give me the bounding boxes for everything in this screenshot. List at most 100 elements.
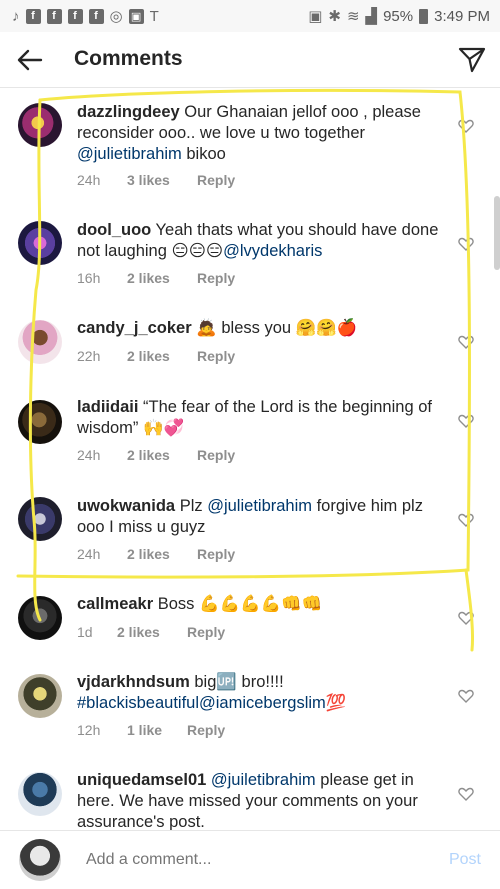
comment-mention[interactable]: @julietibrahim [77,145,182,163]
comment-likes[interactable]: 2 likes [127,270,197,286]
comment-mention[interactable]: @lvydekharis [223,242,322,260]
comment-mention[interactable]: @juiletibrahim [211,771,316,789]
comment-text: dool_uoo Yeah thats what you should have… [77,220,452,262]
comment-time: 16h [77,270,101,286]
reply-button[interactable]: Reply [197,270,235,286]
comment-time: 22h [77,348,101,364]
nfc-icon: ▣ [308,7,323,25]
heart-icon[interactable] [458,236,474,252]
facebook-icon: f [25,8,41,24]
avatar[interactable] [18,400,62,444]
comment-likes[interactable]: 2 likes [127,546,197,562]
heart-icon[interactable] [458,610,474,626]
gallery-icon: ▣ [128,8,144,24]
share-button[interactable] [456,44,488,76]
page-title: Comments [74,47,183,70]
comment-text: dazzlingdeey Our Ghanaian jellof ooo , p… [77,102,452,165]
comment-meta: 24h 3 likes Reply [77,172,235,188]
comment-username[interactable]: uniquedamsel01 [77,771,206,789]
comment-text: ladiidaii “The fear of the Lord is the b… [77,397,452,439]
signal-icon: ▟ [365,7,378,25]
clock: 3:49 PM [434,7,490,25]
comment-username[interactable]: vjdarkhndsum [77,673,190,691]
avatar[interactable] [18,596,62,640]
status-bar: ♪ f f f f ◎ ▣ T ▣ ✱ ≋ ▟ 95% 3:49 PM [0,0,500,32]
reply-button[interactable]: Reply [197,172,235,188]
facebook-icon: f [46,8,62,24]
arrow-left-icon [17,49,43,71]
comment-likes[interactable]: 3 likes [127,172,197,188]
battery-icon [419,8,429,24]
avatar[interactable] [18,772,62,816]
comment-likes[interactable]: 2 likes [127,348,197,364]
comment-meta: 22h 2 likes Reply [77,348,235,364]
heart-icon[interactable] [458,688,474,704]
comment-time: 1d [77,624,93,640]
comment-mention[interactable]: @julietibrahim [207,497,312,515]
comment-meta: 12h 1 like Reply [77,722,225,738]
comment-content: 🙇 bless you 🤗🤗🍎 [196,319,358,337]
comment-meta: 16h 2 likes Reply [77,270,235,286]
comment-meta: 24h 2 likes Reply [77,546,235,562]
reply-button[interactable]: Reply [187,722,225,738]
my-avatar [19,839,61,881]
comment-username[interactable]: uwokwanida [77,497,175,515]
comment-username[interactable]: dool_uoo [77,221,151,239]
comment-likes[interactable]: 2 likes [127,447,197,463]
reply-button[interactable]: Reply [197,447,235,463]
comment-content: big🆙 bro!!!! [194,673,284,691]
comment-likes[interactable]: 2 likes [117,624,187,640]
comment-text: candy_j_coker 🙇 bless you 🤗🤗🍎 [77,318,452,339]
tmobile-icon: T [149,7,159,25]
avatar[interactable] [18,320,62,364]
comment-username[interactable]: callmeakr [77,595,153,613]
comment-meta: 24h 2 likes Reply [77,447,235,463]
header: Comments [0,32,500,88]
reply-button[interactable]: Reply [187,624,225,640]
whatsapp-icon: ◎ [109,7,123,25]
reply-button[interactable]: Reply [197,348,235,364]
comment-input[interactable] [86,851,416,869]
comment-username[interactable]: ladiidaii [77,398,138,416]
reply-button[interactable]: Reply [197,546,235,562]
comment-composer: Post [0,830,500,889]
notification-icons: ♪ f f f f ◎ ▣ T [12,7,159,25]
battery-percent: 95% [383,7,414,25]
back-button[interactable] [14,44,46,76]
comment-content-after: 💯 [325,694,347,712]
comment-text: uwokwanida Plz @julietibrahim forgive hi… [77,496,452,538]
comment-likes[interactable]: 1 like [127,722,187,738]
avatar[interactable] [18,497,62,541]
comment-username[interactable]: candy_j_coker [77,319,192,337]
comment-time: 24h [77,172,101,188]
avatar[interactable] [18,221,62,265]
heart-icon[interactable] [458,413,474,429]
facebook-icon: f [88,8,104,24]
comment-text: callmeakr Boss 💪💪💪💪👊👊 [77,594,452,615]
heart-icon[interactable] [458,786,474,802]
post-button[interactable]: Post [449,851,481,869]
heart-icon[interactable] [458,334,474,350]
system-icons: ▣ ✱ ≋ ▟ 95% 3:49 PM [308,8,490,25]
avatar[interactable] [18,103,62,147]
wifi-icon: ≋ [346,7,360,25]
comment-time: 12h [77,722,101,738]
facebook-icon: f [67,8,83,24]
bluetooth-icon: ✱ [328,7,341,25]
comment-username[interactable]: dazzlingdeey [77,103,180,121]
paper-plane-icon [458,47,486,73]
comment-time: 24h [77,546,101,562]
comment-content-after: bikoo [181,145,226,163]
heart-icon[interactable] [458,512,474,528]
comment-text: uniquedamsel01 @juiletibrahim please get… [77,770,452,830]
heart-icon[interactable] [458,118,474,134]
comment-meta: 1d 2 likes Reply [77,624,225,640]
scrollbar-thumb[interactable] [494,196,500,270]
comment-content: Boss 💪💪💪💪👊👊 [157,595,323,613]
comment-hashtag-mention[interactable]: #blackisbeautiful@iamicebergslim [77,694,326,712]
comments-list[interactable]: dazzlingdeey Our Ghanaian jellof ooo , p… [0,88,500,830]
comment-text: vjdarkhndsum big🆙 bro!!!! #blackisbeauti… [77,672,452,714]
avatar[interactable] [18,674,62,718]
comment-time: 24h [77,447,101,463]
comment-content: Plz [179,497,208,515]
